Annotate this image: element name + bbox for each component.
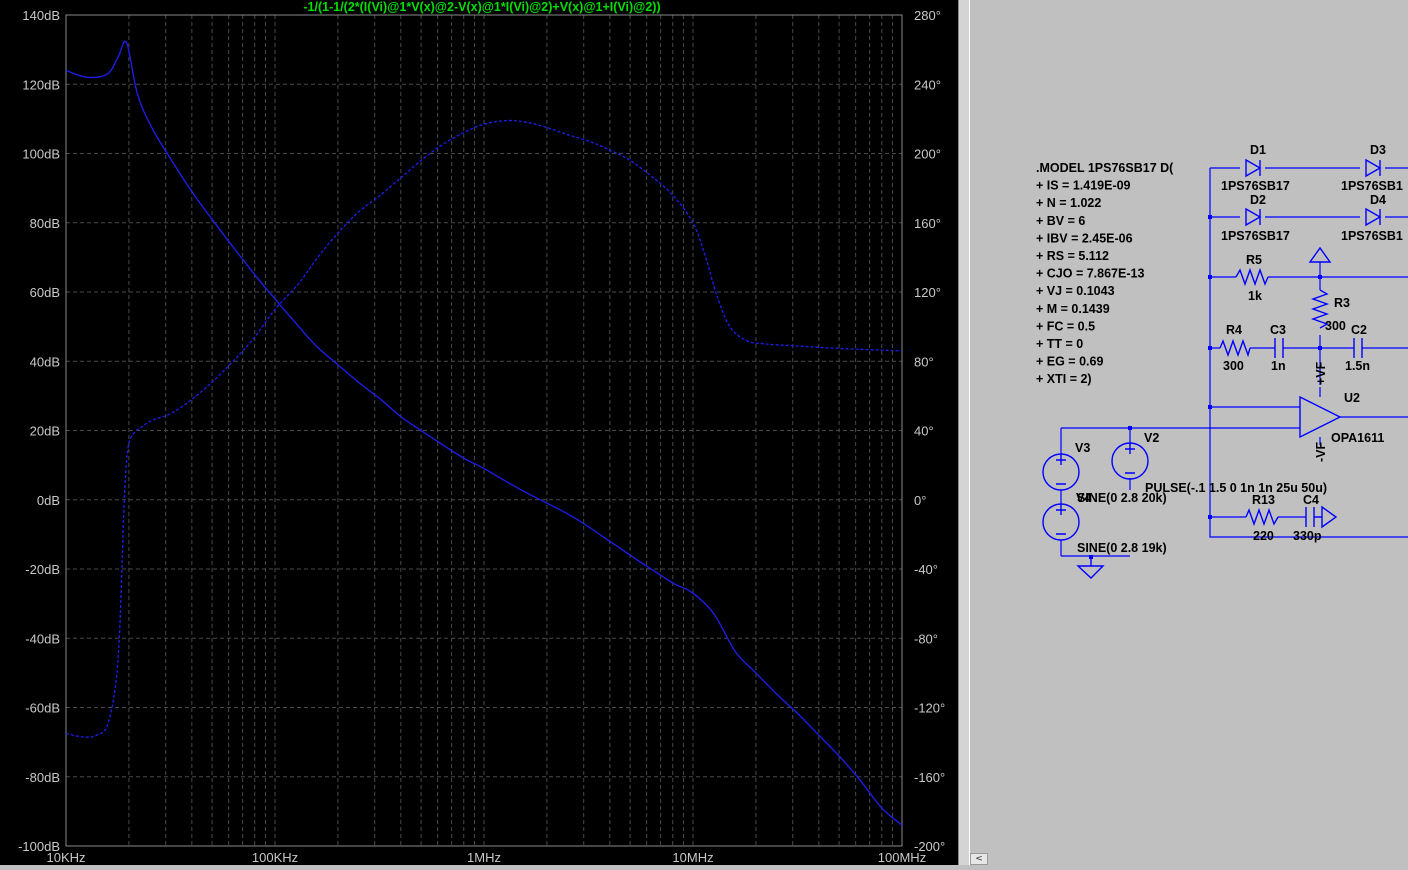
right-axis-tick-label: -120° — [914, 701, 945, 716]
capacitor-c4[interactable] — [1305, 505, 1338, 529]
u2-label: U2 — [1344, 391, 1360, 405]
v3-label: V3 — [1075, 441, 1090, 455]
right-axis-tick-label: 120° — [914, 285, 941, 300]
r13-label: R13 — [1252, 493, 1275, 507]
right-axis-tick-label: 240° — [914, 77, 941, 92]
resistor-r4[interactable] — [1219, 338, 1251, 358]
diode-d1[interactable] — [1245, 158, 1262, 178]
model-line: + FC = 0.5 — [1036, 319, 1095, 333]
right-axis-tick-label: 280° — [914, 8, 941, 23]
model-line: + N = 1.022 — [1036, 196, 1101, 210]
schematic-canvas: .MODEL 1PS76SB17 D( + IS = 1.419E-09 + N =… — [1036, 143, 1408, 579]
d2-value: 1PS76SB17 — [1221, 229, 1290, 243]
r5-label: R5 — [1246, 253, 1262, 267]
x-axis-tick-label: 1MHz — [467, 850, 501, 865]
left-axis-tick-label: -60dB — [25, 701, 60, 716]
left-axis-tick-label: 0dB — [37, 493, 60, 508]
schematic-pane[interactable]: .MODEL 1PS76SB17 D( + IS = 1.419E-09 + N =… — [970, 0, 1408, 865]
capacitor-c2[interactable] — [1353, 338, 1363, 358]
d3-label: D3 — [1370, 143, 1386, 157]
voltage-source-v4[interactable] — [1042, 503, 1080, 541]
model-line: + CJO = 7.867E-13 — [1036, 267, 1144, 281]
d4-label: D4 — [1370, 193, 1386, 207]
left-axis-tick-label: -40dB — [25, 631, 60, 646]
left-axis-tick-label: -80dB — [25, 770, 60, 785]
d1-value: 1PS76SB17 — [1221, 179, 1290, 193]
diode-d2[interactable] — [1245, 207, 1262, 227]
scroll-left-arrow[interactable]: < — [970, 853, 988, 865]
model-line: + IS = 1.419E-09 — [1036, 179, 1131, 193]
resistor-r5[interactable] — [1235, 267, 1269, 287]
waveform-plot-pane[interactable]: 140dB 120dB 100dB 80dB 60dB 40dB 20dB 0dB -20dB -… — [0, 0, 958, 865]
right-axis-tick-label: 160° — [914, 216, 941, 231]
plus-vf-label: +VF — [1314, 361, 1328, 385]
resistor-r13[interactable] — [1245, 507, 1279, 527]
net-flag — [1308, 246, 1332, 263]
model-line: + BV = 6 — [1036, 214, 1085, 228]
left-axis-tick-label: 120dB — [22, 77, 60, 92]
right-axis-tick-label: -160° — [914, 770, 945, 785]
left-axis-tick-label: -20dB — [25, 562, 60, 577]
left-axis-tick-label: 60dB — [30, 285, 60, 300]
v2-value: PULSE(-.1 1.5 0 1n 1n 25u 50u) — [1145, 481, 1327, 495]
left-axis-tick-label: 20dB — [30, 424, 60, 439]
model-line: + RS = 5.112 — [1036, 249, 1109, 263]
model-line: .MODEL 1PS76SB17 D( — [1036, 161, 1174, 175]
x-axis-tick-label: 100KHz — [252, 850, 298, 865]
r4-value: 300 — [1223, 359, 1244, 373]
r3-label: R3 — [1334, 296, 1350, 310]
right-axis-tick-label: 80° — [914, 354, 934, 369]
r13-value: 220 — [1253, 529, 1274, 543]
right-axis-tick-label: 200° — [914, 147, 941, 162]
model-line: + XTI = 2) — [1036, 372, 1092, 386]
r3-value: 300 — [1325, 319, 1346, 333]
d4-value: 1PS76SB1 — [1341, 229, 1403, 243]
spice-model-directive[interactable]: .MODEL 1PS76SB17 D( + IS = 1.419E-09 + N =… — [1036, 161, 1174, 386]
model-line: + TT = 0 — [1036, 337, 1083, 351]
c3-value: 1n — [1271, 359, 1286, 373]
r5-value: 1k — [1248, 289, 1262, 303]
model-line: + IBV = 2.45E-06 — [1036, 231, 1133, 245]
right-axis-tick-label: 0° — [914, 493, 926, 508]
left-axis-tick-label: 80dB — [30, 216, 60, 231]
right-axis-tick-label: 40° — [914, 424, 934, 439]
d3-value: 1PS76SB1 — [1341, 179, 1403, 193]
right-axis-tick-label: -40° — [914, 562, 938, 577]
bode-plot: 140dB 120dB 100dB 80dB 60dB 40dB 20dB 0dB -20dB -… — [18, 0, 945, 865]
left-axis-tick-label: 100dB — [22, 147, 60, 162]
model-line: + M = 0.1439 — [1036, 302, 1110, 316]
x-axis-tick-label: 10MHz — [672, 850, 713, 865]
left-axis-tick-label: 40dB — [30, 354, 60, 369]
x-axis-tick-label: 100MHz — [878, 850, 926, 865]
v2-label: V2 — [1144, 431, 1159, 445]
model-line: + VJ = 0.1043 — [1036, 284, 1115, 298]
c2-label: C2 — [1351, 323, 1367, 337]
c3-label: C3 — [1270, 323, 1286, 337]
v3-value: SINE(0 2.8 19k) — [1077, 541, 1167, 555]
diode-d4[interactable] — [1365, 207, 1382, 227]
r4-label: R4 — [1226, 323, 1242, 337]
plot-title: -1/(1-1/(2*(I(Vi)@1*V(x)@2-V(x)@1*I(Vi)@… — [303, 0, 660, 14]
c4-value: 330p — [1293, 529, 1322, 543]
u2-value: OPA1611 — [1331, 431, 1384, 445]
c4-label: C4 — [1303, 493, 1319, 507]
pane-splitter[interactable] — [958, 0, 970, 865]
capacitor-c3[interactable] — [1274, 338, 1284, 358]
voltage-source-v3[interactable] — [1042, 453, 1080, 491]
ground-symbol — [1076, 556, 1105, 579]
x-axis-tick-label: 10KHz — [46, 850, 85, 865]
left-axis-tick-label: 140dB — [22, 8, 60, 23]
plot-grid — [66, 15, 902, 846]
right-axis-tick-label: -80° — [914, 631, 938, 646]
model-line: + EG = 0.69 — [1036, 355, 1103, 369]
c2-value: 1.5n — [1345, 359, 1370, 373]
diode-d3[interactable] — [1365, 158, 1382, 178]
voltage-source-v2[interactable] — [1111, 442, 1149, 480]
d2-label: D2 — [1250, 193, 1266, 207]
d1-label: D1 — [1250, 143, 1266, 157]
minus-vf-label: -VF — [1314, 442, 1328, 463]
